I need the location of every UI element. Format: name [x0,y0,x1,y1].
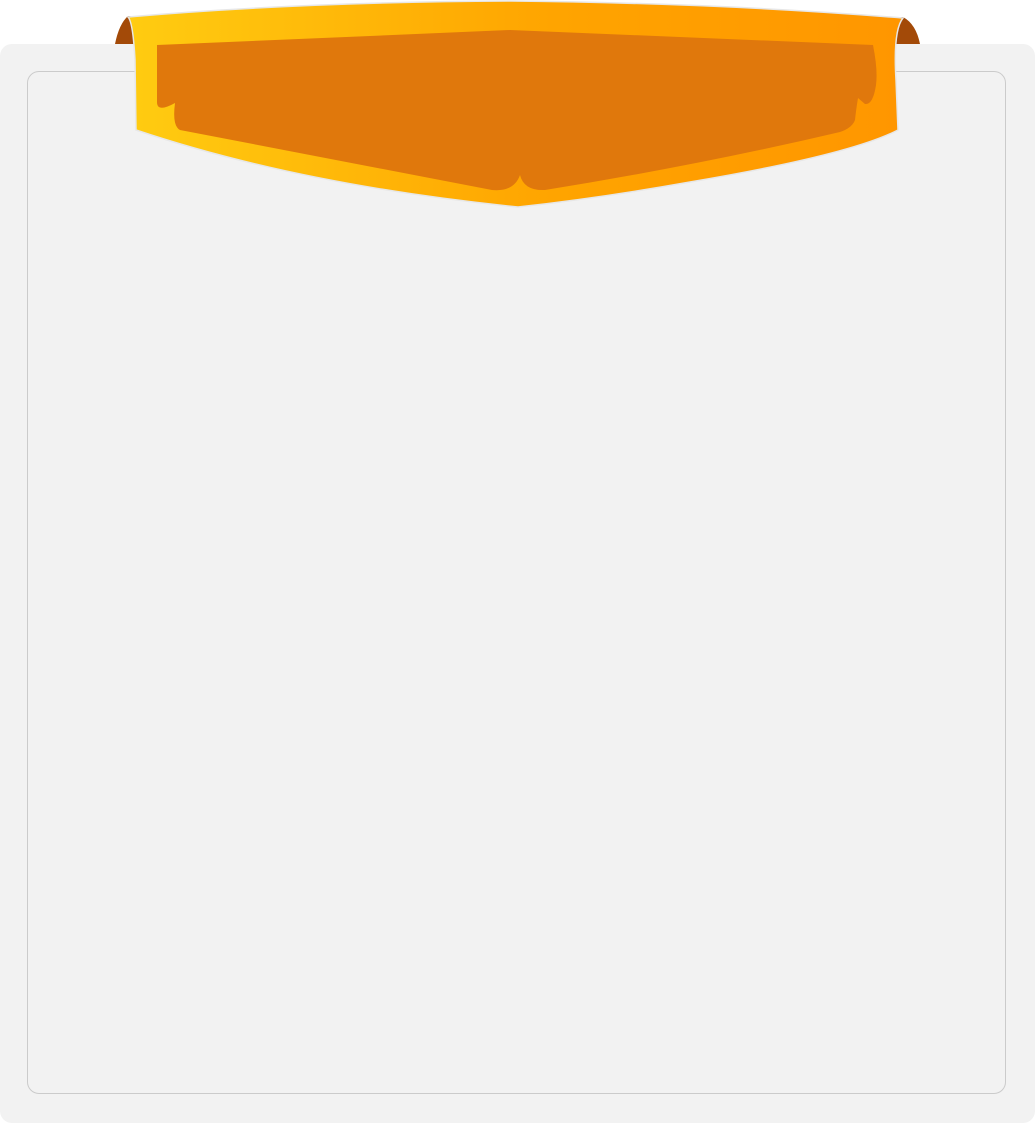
banner-title [180,60,850,130]
dialog-content-frame [27,71,1006,1094]
ribbon-fold-left-icon [115,16,135,44]
dialog-popup [0,0,1035,1123]
ribbon-fold-right-icon [896,17,920,44]
